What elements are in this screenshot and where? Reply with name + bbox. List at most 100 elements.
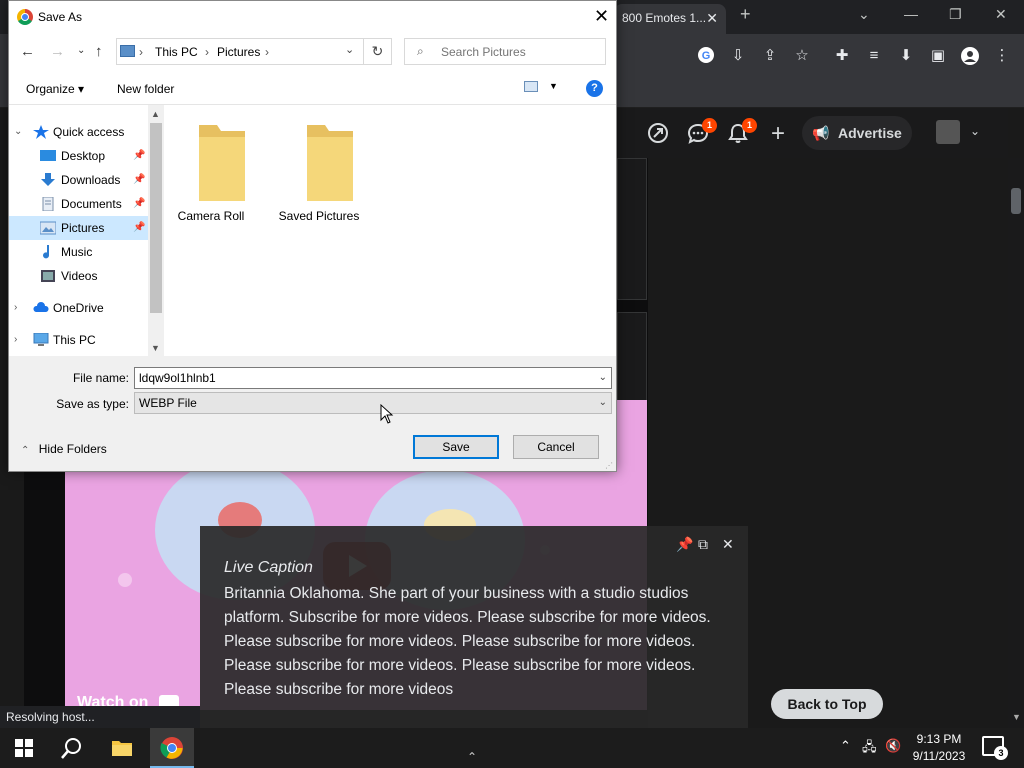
back-arrow-icon[interactable]: ← bbox=[20, 43, 35, 60]
create-plus-icon[interactable]: + bbox=[766, 122, 790, 146]
install-icon[interactable]: ⇩ bbox=[728, 46, 748, 66]
view-options-icon[interactable] bbox=[524, 81, 538, 92]
star-icon bbox=[33, 125, 49, 139]
forward-arrow-icon[interactable]: → bbox=[50, 43, 65, 60]
resize-grip-icon[interactable]: ⋰ bbox=[605, 461, 613, 470]
nav-label: Desktop bbox=[61, 149, 106, 163]
bookmark-star-icon[interactable]: ☆ bbox=[792, 46, 812, 66]
search-icon: ⌕ bbox=[417, 44, 424, 58]
save-fields: File name: ldqw9ol1hlnb1 ⌄ Save as type:… bbox=[9, 356, 616, 416]
folder-label: Saved Pictures bbox=[278, 209, 360, 223]
save-type-dropdown-icon[interactable]: ⌄ bbox=[599, 393, 607, 413]
search-input[interactable] bbox=[441, 44, 601, 60]
navigation-pane: ⌄ Quick access Desktop 📌 Downloads 📌 Doc… bbox=[9, 105, 164, 356]
nav-desktop[interactable]: Desktop 📌 bbox=[9, 144, 149, 168]
expand-chevron-icon[interactable]: › bbox=[14, 296, 17, 320]
refresh-icon[interactable]: ↻ bbox=[364, 38, 392, 65]
nav-label: This PC bbox=[53, 333, 96, 347]
organize-button[interactable]: Organize ▾ bbox=[26, 82, 84, 96]
scroll-down-arrow-icon[interactable]: ▼ bbox=[1012, 712, 1021, 722]
tab-title: 800 Emotes 1... bbox=[622, 11, 707, 25]
menu-kebab-icon[interactable]: ⋮ bbox=[992, 46, 1012, 66]
caption-close-icon[interactable]: ✕ bbox=[722, 536, 734, 553]
nav-quick-access[interactable]: ⌄ Quick access bbox=[9, 120, 149, 144]
dialog-titlebar[interactable]: Save As ✕ bbox=[9, 1, 616, 33]
window-close-icon[interactable]: ✕ bbox=[995, 6, 1007, 23]
network-icon[interactable]: 🖧 bbox=[862, 738, 877, 760]
share-icon[interactable]: ⇪ bbox=[760, 46, 780, 66]
expand-icon[interactable]: ⧉ bbox=[698, 536, 708, 553]
file-explorer-icon[interactable] bbox=[110, 736, 134, 760]
file-name-value: ldqw9ol1hlnb1 bbox=[139, 371, 216, 385]
profile-icon[interactable] bbox=[960, 46, 980, 66]
minimize-icon[interactable]: — bbox=[904, 6, 918, 22]
user-menu-chevron-icon[interactable]: ⌄ bbox=[970, 124, 980, 138]
scroll-up-arrow-icon[interactable]: ▲ bbox=[151, 109, 160, 119]
breadcrumb-separator-icon: › bbox=[205, 45, 209, 59]
scroll-down-arrow-icon[interactable]: ▼ bbox=[151, 343, 160, 353]
nav-documents[interactable]: Documents 📌 bbox=[9, 192, 149, 216]
new-folder-button[interactable]: New folder bbox=[117, 82, 174, 96]
post-card bbox=[617, 312, 647, 402]
document-icon bbox=[42, 197, 54, 211]
expand-chevron-icon[interactable]: › bbox=[14, 328, 17, 352]
nav-this-pc[interactable]: › This PC bbox=[9, 328, 149, 352]
help-icon[interactable]: ? bbox=[586, 80, 603, 97]
download-icon bbox=[41, 173, 55, 186]
folder-icon bbox=[199, 125, 245, 201]
hide-folders-toggle[interactable]: ⌃ Hide Folders bbox=[21, 442, 107, 456]
new-tab-icon[interactable]: + bbox=[740, 4, 751, 25]
cancel-button[interactable]: Cancel bbox=[513, 435, 599, 459]
nav-pictures[interactable]: Pictures 📌 bbox=[9, 216, 149, 240]
popular-icon[interactable] bbox=[646, 122, 670, 146]
nav-videos[interactable]: Videos bbox=[9, 264, 149, 288]
file-name-dropdown-icon[interactable]: ⌄ bbox=[599, 368, 607, 388]
clock[interactable]: 9:13 PM 9/11/2023 bbox=[905, 731, 973, 765]
address-bar[interactable]: › This PC › Pictures › ⌄ bbox=[116, 38, 364, 65]
tab-close-icon[interactable]: ✕ bbox=[706, 10, 718, 27]
up-arrow-icon[interactable]: ↑ bbox=[95, 43, 103, 60]
view-dropdown-icon[interactable]: ▼ bbox=[549, 81, 558, 91]
collapse-chevron-icon[interactable]: ⌄ bbox=[14, 120, 22, 144]
restore-icon[interactable]: ❐ bbox=[949, 6, 962, 23]
browser-tab[interactable]: 800 Emotes 1... ✕ bbox=[614, 4, 726, 34]
pin-icon[interactable]: 📌 bbox=[133, 192, 145, 216]
tab-search-icon[interactable]: ⌄ bbox=[858, 6, 870, 23]
download-icon[interactable]: ⬇ bbox=[896, 46, 916, 66]
search-icon[interactable] bbox=[60, 736, 84, 760]
search-box[interactable]: ⌕ bbox=[404, 38, 606, 65]
address-dropdown-icon[interactable]: ⌄ bbox=[345, 43, 354, 56]
nav-onedrive[interactable]: › OneDrive bbox=[9, 296, 149, 320]
folder-item[interactable]: Camera Roll bbox=[159, 123, 263, 233]
pin-icon[interactable]: 📌 bbox=[676, 536, 693, 553]
nav-music[interactable]: Music bbox=[9, 240, 149, 264]
breadcrumb-pictures[interactable]: Pictures bbox=[217, 45, 260, 59]
save-button[interactable]: Save bbox=[413, 435, 499, 459]
breadcrumb-this-pc[interactable]: This PC bbox=[155, 45, 198, 59]
advertise-button[interactable]: 📢 Advertise bbox=[802, 116, 912, 150]
save-type-select[interactable]: WEBP File ⌄ bbox=[134, 392, 612, 414]
cloud-icon bbox=[33, 302, 49, 312]
dialog-close-icon[interactable]: ✕ bbox=[594, 6, 609, 27]
hide-folders-label: Hide Folders bbox=[38, 442, 107, 456]
side-panel-icon[interactable]: ▣ bbox=[928, 46, 948, 66]
windows-start-icon[interactable] bbox=[12, 736, 36, 760]
back-to-top-button[interactable]: Back to Top bbox=[771, 689, 883, 719]
tray-chevron-icon[interactable]: ⌃ bbox=[840, 738, 851, 754]
chevron-up-icon[interactable]: ⌃ bbox=[467, 750, 477, 764]
page-scrollbar[interactable] bbox=[1008, 158, 1024, 728]
pin-icon[interactable]: 📌 bbox=[133, 168, 145, 192]
nav-downloads[interactable]: Downloads 📌 bbox=[9, 168, 149, 192]
file-name-field[interactable]: ldqw9ol1hlnb1 ⌄ bbox=[134, 367, 612, 389]
pin-icon[interactable]: 📌 bbox=[133, 144, 145, 168]
google-lens-icon[interactable]: G bbox=[696, 46, 716, 66]
user-avatar[interactable] bbox=[936, 120, 960, 144]
recent-locations-icon[interactable]: ⌄ bbox=[77, 45, 85, 56]
volume-muted-icon[interactable]: 🔇 bbox=[885, 738, 901, 754]
page-scrollbar-thumb[interactable] bbox=[1011, 188, 1021, 214]
chrome-taskbar-button[interactable] bbox=[150, 728, 194, 768]
extensions-icon[interactable]: ✚ bbox=[832, 46, 852, 66]
folder-item[interactable]: Saved Pictures bbox=[267, 123, 371, 233]
reading-list-icon[interactable]: ≡ bbox=[864, 46, 884, 66]
pin-icon[interactable]: 📌 bbox=[133, 216, 145, 240]
